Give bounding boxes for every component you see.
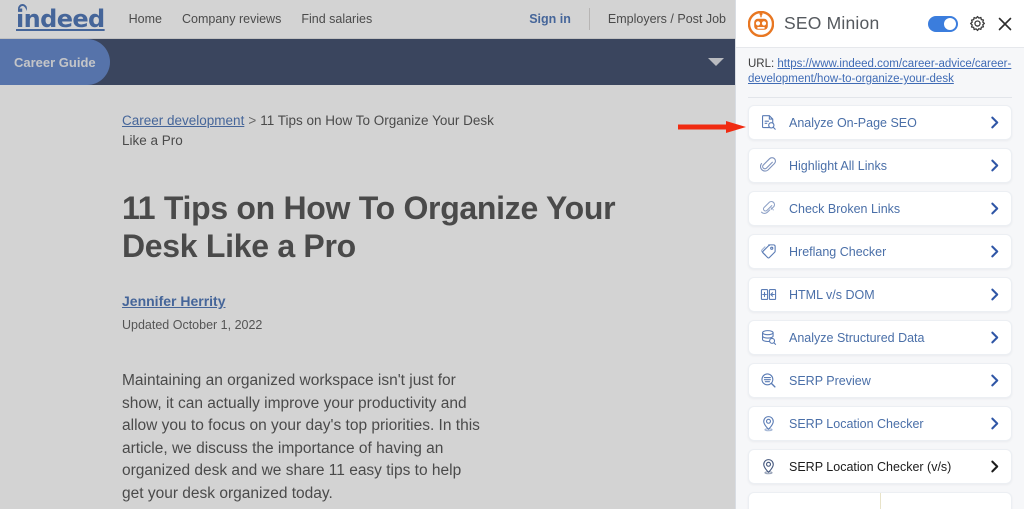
menu-item-label: Check Broken Links (789, 201, 901, 216)
chevron-right-icon (991, 159, 999, 172)
tag-icon (761, 244, 776, 259)
breadcrumb-separator: > (248, 113, 257, 128)
menu-item-label: SERP Preview (789, 373, 871, 388)
chevron-right-icon (991, 417, 999, 430)
chevron-right-icon (991, 288, 999, 301)
menu-item-serp-location-checker[interactable]: SERP Location Checker (748, 406, 1012, 441)
split-panel-icon (760, 289, 777, 300)
menu-item-label: SERP Location Checker (v/s) (789, 459, 952, 474)
career-guide-bar: Career Guide (0, 39, 740, 85)
chevron-right-icon (991, 331, 999, 344)
chevron-right-icon (991, 460, 999, 473)
menu-item-html-vs-dom[interactable]: HTML v/s DOM (748, 277, 1012, 312)
breadcrumb-parent-link[interactable]: Career development (122, 113, 244, 128)
menu-item-label: Analyze On-Page SEO (789, 115, 917, 130)
screenshot-root: indeed Home Company reviews Find salarie… (0, 0, 1024, 509)
menu-item-partial-left (749, 493, 880, 509)
close-icon[interactable] (997, 16, 1013, 32)
top-bar-right: Sign in Employers / Post Job (529, 8, 726, 30)
menu-item-partial-right (881, 493, 1012, 509)
chevron-right-icon (991, 374, 999, 387)
menu-item-analyze-on-page-seo[interactable]: Analyze On-Page SEO (748, 105, 1012, 140)
menu-item-label: HTML v/s DOM (789, 287, 875, 302)
chevron-right-icon (991, 245, 999, 258)
menu-item-hreflang-checker[interactable]: Hreflang Checker (748, 234, 1012, 269)
serp-search-icon (761, 373, 776, 388)
career-guide-pill[interactable]: Career Guide (0, 39, 110, 85)
article-body: Career development >11 Tips on How To Org… (0, 85, 740, 509)
author-link[interactable]: Jennifer Herrity (122, 293, 700, 309)
career-guide-label: Career Guide (14, 54, 96, 70)
top-nav: Home Company reviews Find salaries (129, 12, 373, 26)
nav-item-find-salaries[interactable]: Find salaries (301, 12, 372, 26)
seo-minion-panel: SEO Minion URL: https://www.indeed.com/c… (735, 0, 1024, 509)
document-search-icon (761, 115, 776, 130)
toggle-knob (944, 17, 956, 30)
paperclip-icon (760, 157, 776, 172)
employers-post-job-link[interactable]: Employers / Post Job (590, 12, 726, 26)
menu-item-label: Analyze Structured Data (789, 330, 925, 345)
tools-menu: Analyze On-Page SEO Highlight All Links (736, 98, 1024, 484)
seo-minion-robot-icon (748, 10, 774, 37)
indeed-top-bar: indeed Home Company reviews Find salarie… (0, 0, 740, 39)
article-lede-paragraph: Maintaining an organized workspace isn't… (122, 372, 480, 502)
panel-header: SEO Minion (736, 0, 1024, 48)
breadcrumb: Career development >11 Tips on How To Org… (122, 111, 522, 151)
broken-paperclip-icon (760, 201, 775, 214)
current-url-link[interactable]: https://www.indeed.com/career-advice/car… (748, 58, 1011, 85)
chevron-right-icon (991, 202, 999, 215)
web-page: indeed Home Company reviews Find salarie… (0, 0, 740, 509)
menu-item-highlight-all-links[interactable]: Highlight All Links (748, 148, 1012, 183)
updated-date: Updated October 1, 2022 (122, 318, 263, 332)
sign-in-link[interactable]: Sign in (529, 12, 589, 26)
menu-item-label: Hreflang Checker (789, 244, 887, 259)
panel-actions (928, 15, 1013, 32)
gear-icon[interactable] (969, 15, 986, 32)
nav-item-company-reviews[interactable]: Company reviews (182, 12, 281, 26)
panel-title: SEO Minion (784, 13, 880, 33)
url-row: URL: https://www.indeed.com/career-advic… (736, 48, 1024, 95)
menu-item-serp-location-checker-vs[interactable]: SERP Location Checker (v/s) (748, 449, 1012, 484)
menu-item-check-broken-links[interactable]: Check Broken Links (748, 191, 1012, 226)
page-title: 11 Tips on How To Organize Your Desk Lik… (122, 190, 616, 264)
chevron-down-icon[interactable] (708, 58, 724, 66)
indeed-logo-text: indeed (16, 5, 105, 33)
location-pin-icon (763, 459, 774, 475)
enable-toggle[interactable] (928, 15, 958, 32)
location-pin-icon (763, 416, 774, 432)
chevron-right-icon (991, 116, 999, 129)
menu-item-analyze-structured-data[interactable]: Analyze Structured Data (748, 320, 1012, 355)
menu-item-label: Highlight All Links (789, 158, 887, 173)
indeed-logo[interactable]: indeed (14, 2, 105, 33)
menu-item-label: SERP Location Checker (789, 416, 924, 431)
nav-item-home[interactable]: Home (129, 12, 162, 26)
database-search-icon (761, 330, 777, 345)
red-right-arrow-icon (678, 121, 746, 133)
menu-item-partial[interactable] (748, 492, 1012, 509)
menu-item-serp-preview[interactable]: SERP Preview (748, 363, 1012, 398)
url-label: URL: (748, 58, 775, 70)
